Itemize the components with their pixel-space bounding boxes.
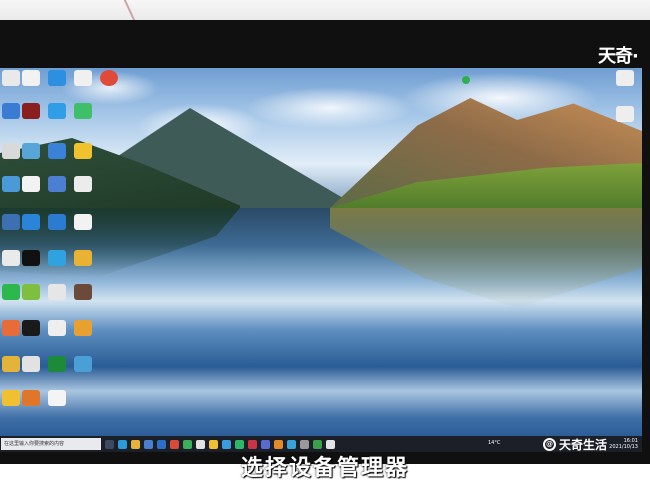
desktop-icon[interactable] <box>616 70 634 86</box>
app-icon[interactable] <box>300 439 309 449</box>
desktop-icon[interactable] <box>48 320 66 336</box>
app-icon[interactable] <box>170 439 179 449</box>
app-icon[interactable] <box>248 439 257 449</box>
desktop-icon[interactable] <box>74 103 92 119</box>
app-icon[interactable] <box>326 439 335 449</box>
desktop-icon[interactable] <box>74 176 92 192</box>
file-explorer-icon[interactable] <box>131 439 140 449</box>
desktop-icon[interactable] <box>616 106 634 122</box>
desktop-icon[interactable] <box>48 284 66 300</box>
desktop-icon[interactable] <box>48 250 66 266</box>
desktop-icon[interactable] <box>48 103 66 119</box>
app-icon[interactable] <box>287 439 296 449</box>
app-icon[interactable] <box>313 439 322 449</box>
app-icon[interactable] <box>183 439 192 449</box>
desktop-icon[interactable] <box>22 176 40 192</box>
edge-icon[interactable] <box>118 439 127 449</box>
desktop-icon[interactable] <box>462 76 470 84</box>
desktop-icon[interactable] <box>2 356 20 372</box>
desktop-icon[interactable] <box>22 320 40 336</box>
paper-crease <box>122 0 136 22</box>
desktop-icon[interactable] <box>2 320 20 336</box>
desktop-icon[interactable] <box>2 390 20 406</box>
task-view-icon[interactable] <box>105 439 114 449</box>
desktop-icon[interactable] <box>48 356 66 372</box>
app-icon[interactable] <box>222 439 231 449</box>
desktop-icon[interactable] <box>48 143 66 159</box>
desktop-icon[interactable] <box>2 103 20 119</box>
app-icon[interactable] <box>261 439 270 449</box>
app-icon[interactable] <box>209 439 218 449</box>
desktop-icon[interactable] <box>22 356 40 372</box>
photo-stage: 天奇· 在这里输入你要搜索的内容 14°C 16:01 2021/10/13 @… <box>0 0 650 488</box>
desktop-icon[interactable] <box>100 70 118 86</box>
desktop-icon[interactable] <box>48 70 66 86</box>
desktop-icon[interactable] <box>74 284 92 300</box>
mail-icon[interactable] <box>157 439 166 449</box>
store-icon[interactable] <box>144 439 153 449</box>
desktop-icon[interactable] <box>2 284 20 300</box>
system-clock[interactable]: 16:01 2021/10/13 <box>609 438 638 450</box>
brand-watermark-top: 天奇· <box>598 46 639 67</box>
desktop-icon[interactable] <box>2 143 20 159</box>
desktop-icon[interactable] <box>48 390 66 406</box>
desktop-icon[interactable] <box>2 214 20 230</box>
desktop-icon[interactable] <box>2 176 20 192</box>
desktop-icon[interactable] <box>74 356 92 372</box>
desktop-icon[interactable] <box>74 143 92 159</box>
video-subtitle: 选择设备管理器 <box>240 456 409 481</box>
desktop-icon[interactable] <box>22 214 40 230</box>
weather-widget[interactable]: 14°C <box>488 440 500 446</box>
desktop-icon[interactable] <box>22 143 40 159</box>
app-icon[interactable] <box>235 439 244 449</box>
app-icon[interactable] <box>274 439 283 449</box>
desktop-icon[interactable] <box>74 70 92 86</box>
app-icon[interactable] <box>196 439 205 449</box>
taskbar-search-input[interactable]: 在这里输入你要搜索的内容 <box>1 438 101 450</box>
desktop-icon[interactable] <box>22 103 40 119</box>
desktop-icon[interactable] <box>2 70 20 86</box>
desktop-screen: 在这里输入你要搜索的内容 14°C 16:01 2021/10/13 <box>0 68 642 452</box>
desktop-icon[interactable] <box>2 250 20 266</box>
desktop-icon[interactable] <box>48 176 66 192</box>
desktop-icon[interactable] <box>74 250 92 266</box>
monitor-frame: 天奇· 在这里输入你要搜索的内容 14°C 16:01 2021/10/13 <box>0 20 650 464</box>
desktop-icon[interactable] <box>22 390 40 406</box>
desktop-icon[interactable] <box>74 320 92 336</box>
paper-background <box>0 0 650 22</box>
desktop-icon[interactable] <box>48 214 66 230</box>
desktop-icon[interactable] <box>22 250 40 266</box>
desktop-icon[interactable] <box>22 284 40 300</box>
desktop-icon[interactable] <box>74 214 92 230</box>
desktop-icon[interactable] <box>22 70 40 86</box>
